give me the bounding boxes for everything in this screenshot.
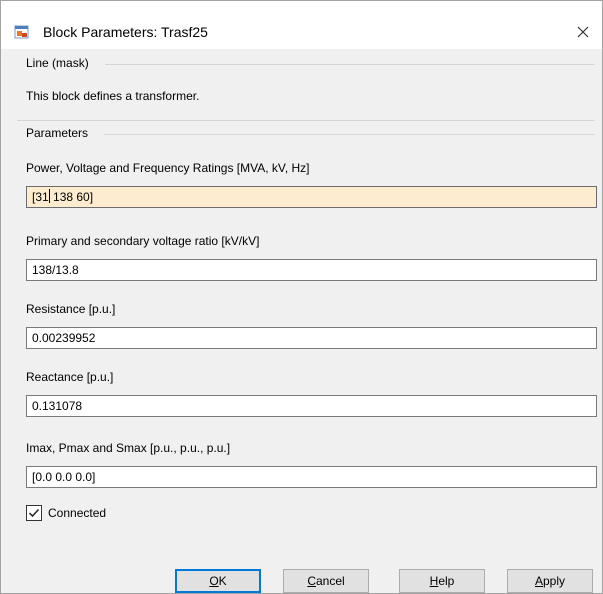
field-text-after-caret: 138 60]	[49, 190, 94, 204]
reactance-label: Reactance [p.u.]	[26, 370, 114, 384]
apply-button-label: pply	[543, 574, 566, 588]
checkmark-icon	[28, 508, 40, 518]
cancel-button-mnemonic: C	[307, 574, 316, 588]
imax-pmax-smax-field[interactable]: [0.0 0.0 0.0]	[26, 466, 597, 488]
resistance-label: Resistance [p.u.]	[26, 302, 116, 316]
imax-pmax-smax-label: Imax, Pmax and Smax [p.u., p.u., p.u.]	[26, 441, 231, 455]
field-text-before-caret: [31	[32, 190, 49, 204]
voltage-ratio-field[interactable]: 138/13.8	[26, 259, 597, 281]
apply-button-mnemonic: A	[534, 574, 543, 588]
ok-button-label: K	[218, 574, 227, 588]
simulink-block-icon	[14, 24, 30, 40]
block-parameters-dialog: Block Parameters: Trasf25 Line (mask) Th…	[0, 0, 603, 594]
reactance-field[interactable]: 0.131078	[26, 395, 597, 417]
connected-checkbox[interactable]	[26, 505, 42, 521]
parameters-section-divider-top	[17, 120, 595, 121]
title-bar: Block Parameters: Trasf25	[1, 1, 602, 49]
mask-description: This block defines a transformer.	[26, 89, 200, 103]
help-button-label: elp	[438, 574, 455, 588]
ok-button-mnemonic: O	[209, 574, 219, 588]
power-voltage-frequency-label: Power, Voltage and Frequency Ratings [MV…	[26, 161, 310, 175]
ok-button[interactable]: OK	[175, 569, 261, 593]
mask-section-header: Line (mask)	[26, 56, 89, 70]
cancel-button[interactable]: Cancel	[283, 569, 369, 593]
mask-section-divider	[105, 64, 595, 65]
window-title: Block Parameters: Trasf25	[43, 24, 208, 40]
cancel-button-label: ancel	[315, 574, 345, 588]
parameters-section-divider	[104, 134, 595, 135]
parameters-section-header: Parameters	[26, 126, 89, 140]
resistance-field[interactable]: 0.00239952	[26, 327, 597, 349]
connected-label: Connected	[48, 506, 107, 520]
help-button[interactable]: Help	[399, 569, 485, 593]
voltage-ratio-label: Primary and secondary voltage ratio [kV/…	[26, 234, 260, 248]
close-icon[interactable]	[572, 21, 594, 43]
power-voltage-frequency-field[interactable]: [31 138 60]	[26, 186, 597, 208]
apply-button[interactable]: Apply	[507, 569, 593, 593]
